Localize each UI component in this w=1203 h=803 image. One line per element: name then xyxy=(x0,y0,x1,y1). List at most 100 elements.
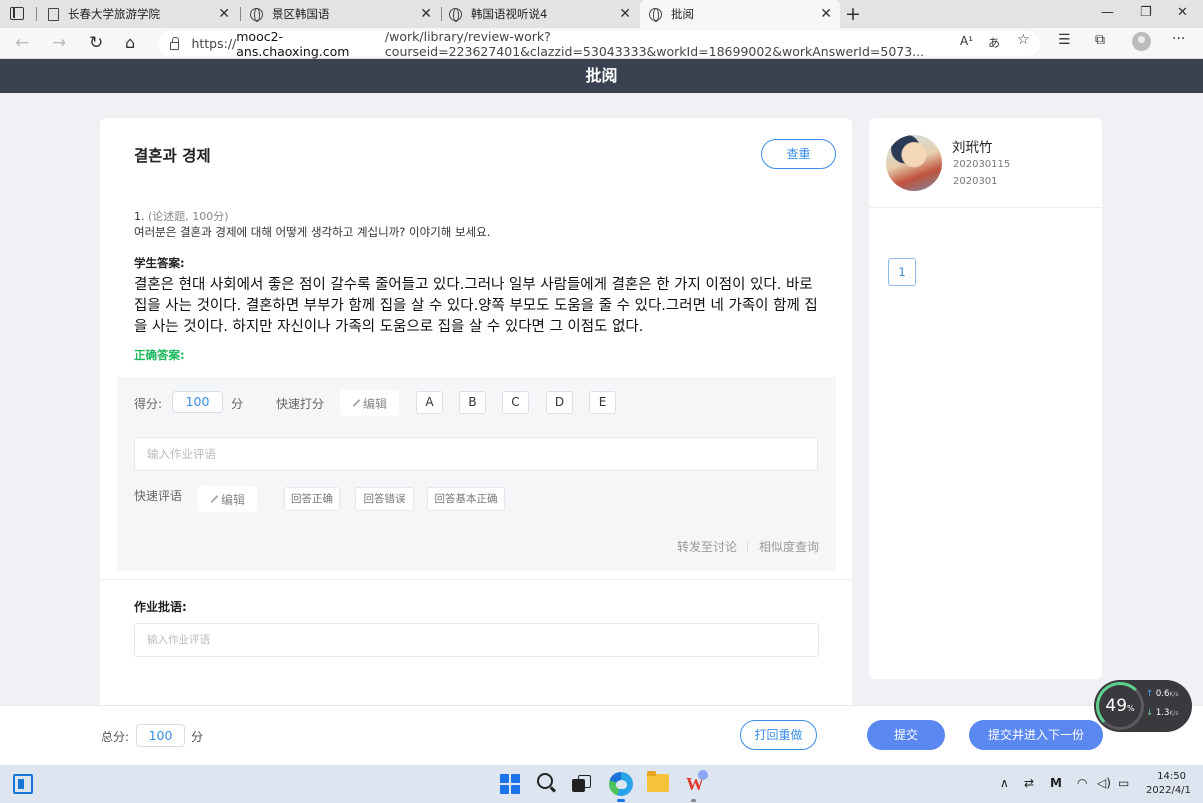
forward-icon[interactable]: → xyxy=(52,33,66,53)
collections-icon[interactable]: ⧉ xyxy=(1095,32,1105,48)
quick-comment-edit-button[interactable]: 编辑 xyxy=(198,486,257,512)
homework-title: 결혼과 경제 xyxy=(134,147,211,165)
edit-label: 编辑 xyxy=(220,492,245,507)
upload-unit: K/s xyxy=(1169,691,1179,698)
input-switch-icon[interactable]: ⇄ xyxy=(1024,776,1034,790)
bottom-action-bar: 总分: 100 分 打回重做 提交 提交并进入下一份 xyxy=(0,705,1203,765)
grade-e-button[interactable]: E xyxy=(589,391,616,414)
refresh-icon[interactable]: ↻ xyxy=(89,33,103,53)
system-clock[interactable]: 14:50 2022/4/1 xyxy=(1146,770,1191,798)
file-explorer-icon[interactable] xyxy=(647,771,669,792)
start-menu-icon[interactable] xyxy=(500,774,520,794)
correct-answer-label: 正确答案: xyxy=(134,348,185,362)
total-score-label: 总分: xyxy=(101,730,130,744)
windows-taskbar: W ∧ ⇄ M ◠ ◁) ▭ 14:50 2022/4/1 xyxy=(0,765,1203,803)
battery-icon[interactable]: ▭ xyxy=(1118,776,1129,790)
student-answer-label: 学生答案: xyxy=(134,256,185,270)
tab-title: 批阅 xyxy=(671,7,694,21)
tab-review[interactable]: 批阅 ✕ xyxy=(640,0,840,28)
tab-title: 韩国语视听说4 xyxy=(471,7,548,21)
edge-browser-icon[interactable] xyxy=(609,772,633,796)
quick-comment-mostly-correct[interactable]: 回答基本正确 xyxy=(427,487,505,511)
close-icon[interactable]: ✕ xyxy=(820,6,832,22)
student-id: 202030115 xyxy=(953,159,1011,170)
grade-b-button[interactable]: B xyxy=(459,391,486,414)
upload-speed: 0.6K/s xyxy=(1146,689,1179,699)
tab-changchun-university[interactable]: 长春大学旅游学院 ✕ xyxy=(48,0,238,28)
tab-actions-icon[interactable] xyxy=(10,7,24,20)
student-answer-text: 결혼은 현대 사회에서 좋은 점이 갈수록 줄어들고 있다.그러나 일부 사람들… xyxy=(134,277,818,335)
quick-comment-wrong[interactable]: 回答错误 xyxy=(355,487,414,511)
task-view-icon[interactable] xyxy=(572,775,591,792)
question-meta: 1. (论述题, 100分) xyxy=(134,208,229,224)
globe-icon xyxy=(649,7,662,22)
more-menu-icon[interactable]: ··· xyxy=(1172,31,1185,47)
section-divider xyxy=(100,579,852,580)
tab-korean-audiovisual[interactable]: 韩国语视听说4 ✕ xyxy=(449,0,639,28)
plagiarism-check-button[interactable]: 查重 xyxy=(761,139,836,169)
tab-scenic-korean[interactable]: 景区韩国语 ✕ xyxy=(250,0,440,28)
quick-comment-correct[interactable]: 回答正确 xyxy=(284,487,340,511)
student-side-card: 刘玳竹 202030115 2020301 1 xyxy=(869,118,1102,679)
download-speed: 1.3K/s xyxy=(1146,708,1179,718)
widgets-icon[interactable] xyxy=(13,774,33,794)
url-field[interactable]: https://mooc2-ans.chaoxing.com/work/libr… xyxy=(158,29,1040,59)
globe-icon xyxy=(449,7,462,22)
gauge-percent-unit: % xyxy=(1127,704,1135,713)
submit-button[interactable]: 提交 xyxy=(867,720,945,750)
forward-to-discussion-link[interactable]: 转发至讨论 xyxy=(677,538,737,555)
question-nav-item[interactable]: 1 xyxy=(888,258,916,286)
total-score-input[interactable]: 100 xyxy=(136,724,185,747)
return-redo-button[interactable]: 打回重做 xyxy=(740,720,817,750)
grade-a-button[interactable]: A xyxy=(416,391,443,414)
profile-icon[interactable] xyxy=(1132,32,1151,51)
read-aloud-icon[interactable]: A¹ xyxy=(960,34,973,48)
translate-icon[interactable]: あ xyxy=(988,34,1000,51)
close-icon[interactable]: ✕ xyxy=(218,6,230,22)
volume-icon[interactable]: ◁) xyxy=(1097,776,1111,790)
tab-separator xyxy=(36,7,37,21)
home-icon[interactable]: ⌂ xyxy=(125,33,135,52)
link-divider xyxy=(747,541,748,553)
homework-comment-input[interactable]: 输入作业评语 xyxy=(134,623,819,657)
grading-panel: 得分: 100 分 快速打分 编辑 A B C D E 输入作业评语 快速评语 … xyxy=(117,377,836,571)
grade-c-button[interactable]: C xyxy=(502,391,529,414)
lock-icon xyxy=(170,36,180,50)
pencil-icon xyxy=(210,495,218,503)
score-input[interactable]: 100 xyxy=(172,391,223,413)
close-icon[interactable]: ✕ xyxy=(420,6,432,22)
similarity-query-link[interactable]: 相似度查询 xyxy=(759,538,819,555)
url-prefix: https:// xyxy=(191,36,237,51)
download-value: 1.3 xyxy=(1155,708,1170,718)
wifi-icon[interactable]: ◠ xyxy=(1077,776,1087,790)
minimize-icon[interactable]: — xyxy=(1101,5,1114,20)
tray-overflow-icon[interactable]: ∧ xyxy=(1000,776,1009,790)
question-type: (论述题, 100分) xyxy=(148,210,229,223)
window-close-icon[interactable]: ✕ xyxy=(1177,5,1188,20)
page-title: 批阅 xyxy=(0,59,1203,93)
grade-d-button[interactable]: D xyxy=(546,391,573,414)
submit-next-button[interactable]: 提交并进入下一份 xyxy=(969,720,1103,750)
score-unit: 分 xyxy=(231,397,244,411)
network-speed-widget[interactable]: 49% 0.6K/s 1.3K/s xyxy=(1094,680,1192,732)
back-icon[interactable]: ← xyxy=(15,33,29,53)
total-score-unit: 分 xyxy=(191,730,204,744)
favorites-list-icon[interactable]: ☰ xyxy=(1058,32,1071,48)
app-tray-icon[interactable]: M xyxy=(1050,776,1062,790)
close-icon[interactable]: ✕ xyxy=(619,6,631,22)
tab-separator xyxy=(441,7,442,21)
comment-input[interactable]: 输入作业评语 xyxy=(134,437,818,471)
favorite-star-icon[interactable]: ☆ xyxy=(1017,32,1030,48)
new-tab-icon[interactable]: + xyxy=(845,3,861,25)
quick-score-label: 快速打分 xyxy=(276,397,325,411)
question-text: 여러분은 결혼과 경제에 대해 어떻게 생각하고 계십니까? 이야기해 보세요. xyxy=(134,225,491,239)
upload-value: 0.6 xyxy=(1155,689,1170,699)
edit-label: 编辑 xyxy=(362,396,387,411)
restore-icon[interactable]: ❐ xyxy=(1140,5,1152,20)
quick-score-edit-button[interactable]: 编辑 xyxy=(340,390,399,416)
student-name: 刘玳竹 xyxy=(952,140,993,156)
tab-separator xyxy=(240,7,241,21)
notification-badge-icon xyxy=(698,770,708,780)
search-icon[interactable] xyxy=(537,773,553,789)
download-unit: K/s xyxy=(1169,710,1179,717)
